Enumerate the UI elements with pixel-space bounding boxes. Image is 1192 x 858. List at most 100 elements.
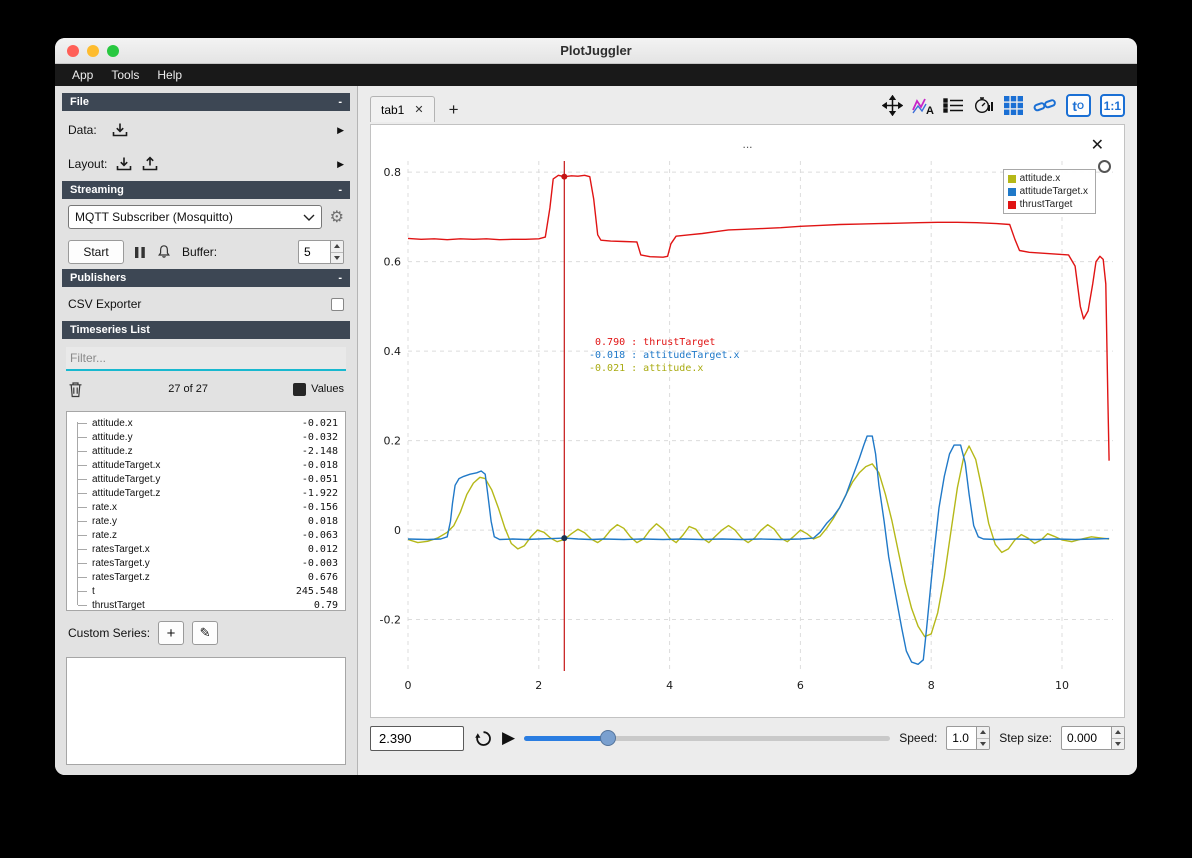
collapse-icon[interactable]: -: [338, 272, 342, 284]
time-tracker-icon[interactable]: [973, 96, 994, 115]
layout-row: Layout: ▶: [62, 147, 350, 181]
section-header-file[interactable]: File -: [62, 93, 350, 111]
save-layout-icon[interactable]: [141, 156, 159, 172]
legend-entry[interactable]: attitude.x: [1007, 173, 1088, 184]
time-offset-button[interactable]: tO: [1065, 94, 1091, 117]
streaming-source-select[interactable]: MQTT Subscriber (Mosquitto): [68, 205, 322, 229]
spin-down-icon[interactable]: [977, 737, 990, 749]
section-header-streaming[interactable]: Streaming -: [62, 181, 350, 199]
start-button[interactable]: Start: [68, 240, 124, 264]
svg-text:0: 0: [394, 524, 401, 537]
list-item[interactable]: rate.z -0.063: [67, 528, 345, 542]
custom-series-list[interactable]: [66, 657, 346, 765]
minimize-window-button[interactable]: [87, 45, 99, 57]
trash-icon[interactable]: [68, 381, 83, 398]
play-button[interactable]: ▶: [502, 728, 515, 748]
bell-icon[interactable]: [156, 244, 172, 260]
list-item[interactable]: attitude.x -0.021: [67, 416, 345, 430]
legend-entry[interactable]: thrustTarget: [1007, 199, 1088, 210]
curve-style-icon[interactable]: A: [911, 96, 934, 116]
svg-text:0.2: 0.2: [384, 435, 402, 448]
speed-spinbox[interactable]: [946, 726, 991, 750]
speed-input[interactable]: [947, 727, 977, 749]
step-size-input[interactable]: [1062, 727, 1111, 749]
collapse-icon[interactable]: -: [338, 184, 342, 196]
series-value: -2.148: [301, 445, 338, 457]
tab-close-icon[interactable]: ✕: [414, 103, 423, 116]
collapse-icon[interactable]: -: [338, 96, 342, 108]
menu-app[interactable]: App: [63, 66, 102, 84]
plot-panel[interactable]: -0.2 0 0.2 0.4 0.6 0.8 0 2 4 6 8 10 ... ✕ attitude.…: [370, 124, 1125, 718]
series-value: 0.018: [307, 515, 338, 527]
section-header-timeseries[interactable]: Timeseries List: [62, 321, 350, 339]
plot-close-icon[interactable]: ✕: [1091, 135, 1104, 155]
load-layout-icon[interactable]: [115, 156, 133, 172]
csv-exporter-checkbox[interactable]: [331, 297, 344, 311]
loop-icon[interactable]: [473, 729, 493, 748]
legend-toggle-icon[interactable]: [942, 97, 964, 114]
values-checkbox[interactable]: [293, 382, 307, 396]
list-item[interactable]: attitude.z -2.148: [67, 444, 345, 458]
legend-entry[interactable]: attitudeTarget.x: [1007, 186, 1088, 197]
section-header-publishers[interactable]: Publishers -: [62, 269, 350, 287]
list-item[interactable]: ratesTarget.y -0.003: [67, 556, 345, 570]
tracker-annotation-line: 0.790 : thrustTarget: [589, 337, 716, 348]
slider-handle[interactable]: [600, 729, 617, 746]
list-toolbar-row: 27 of 27 Values: [62, 373, 350, 405]
step-size-spinbox[interactable]: [1061, 726, 1125, 750]
load-data-icon[interactable]: [111, 122, 129, 138]
legend-collapse-circle[interactable]: [1098, 160, 1111, 173]
filter-input[interactable]: [66, 347, 346, 371]
list-item[interactable]: rate.y 0.018: [67, 514, 345, 528]
spin-up-icon[interactable]: [1112, 727, 1124, 738]
layout-menu-arrow-icon[interactable]: ▶: [337, 159, 344, 170]
tree-branch: [78, 506, 87, 508]
plot-legend[interactable]: attitude.x attitudeTarget.x thrustTarget: [1002, 169, 1096, 214]
spin-up-icon[interactable]: [977, 727, 990, 738]
edit-custom-series-button[interactable]: ✎: [192, 621, 219, 645]
tree-branch: [78, 520, 87, 522]
series-value: -0.156: [301, 501, 338, 513]
menu-tools[interactable]: Tools: [102, 66, 148, 84]
list-item[interactable]: attitude.y -0.032: [67, 430, 345, 444]
list-item[interactable]: rate.x -0.156: [67, 500, 345, 514]
spin-up-icon[interactable]: [331, 241, 343, 252]
timeline-slider[interactable]: [524, 729, 891, 746]
list-item[interactable]: ratesTarget.x 0.012: [67, 542, 345, 556]
ratio-1-1-button[interactable]: 1:1: [1099, 94, 1125, 117]
close-window-button[interactable]: [67, 45, 79, 57]
maximize-window-button[interactable]: [107, 45, 119, 57]
add-custom-series-button[interactable]: +: [158, 621, 185, 645]
svg-text:0.8: 0.8: [384, 166, 402, 179]
file-header-label: File: [70, 96, 89, 108]
pause-icon[interactable]: [134, 246, 146, 259]
svg-text:6: 6: [797, 679, 804, 692]
playback-bar: ▶ Speed: Step size:: [358, 722, 1137, 754]
traffic-lights: [67, 45, 119, 57]
buffer-spinbox[interactable]: [298, 240, 344, 264]
series-value: -0.051: [301, 473, 338, 485]
grid-layout-icon[interactable]: [1003, 95, 1024, 116]
layout-label: Layout:: [68, 157, 108, 171]
series-value: -0.063: [301, 529, 338, 541]
series-name: rate.y: [92, 515, 118, 527]
add-tab-button[interactable]: +: [443, 100, 465, 120]
list-item[interactable]: attitudeTarget.z -1.922: [67, 486, 345, 500]
tab-tab1[interactable]: tab1 ✕: [370, 96, 435, 122]
menu-help[interactable]: Help: [148, 66, 191, 84]
list-item[interactable]: attitudeTarget.y -0.051: [67, 472, 345, 486]
data-menu-arrow-icon[interactable]: ▶: [337, 125, 344, 136]
list-item[interactable]: attitudeTarget.x -0.018: [67, 458, 345, 472]
spin-down-icon[interactable]: [331, 251, 343, 263]
link-axes-icon[interactable]: [1033, 96, 1057, 116]
pan-zoom-icon[interactable]: [881, 95, 903, 116]
svg-text:0.4: 0.4: [384, 345, 402, 358]
buffer-input[interactable]: [299, 241, 330, 263]
spin-down-icon[interactable]: [1112, 737, 1124, 749]
time-input[interactable]: [370, 725, 464, 751]
list-item[interactable]: thrustTarget 0.79: [67, 598, 345, 610]
list-item[interactable]: ratesTarget.z 0.676: [67, 570, 345, 584]
list-item[interactable]: t 245.548: [67, 584, 345, 598]
gear-icon[interactable]: ⚙: [330, 207, 344, 227]
series-value: -0.032: [301, 431, 338, 443]
